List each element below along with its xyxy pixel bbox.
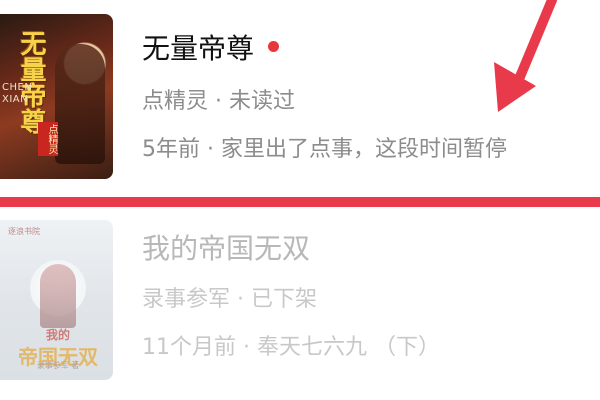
book-title[interactable]: 我的帝国无双 bbox=[142, 232, 310, 266]
arrow-down-left-icon bbox=[494, 0, 557, 112]
cover-english-text: CHEN XIAN bbox=[2, 82, 32, 106]
book-title[interactable]: 无量帝尊 bbox=[142, 32, 280, 66]
book-author-status: 点精灵 · 未读过 bbox=[142, 89, 295, 114]
book-item-wode-diguo-wushuang[interactable]: 逐浪书院 我的 帝国无双 录事参军 著 我的帝国无双 录事参军 · 已下架 11… bbox=[0, 212, 600, 400]
cover-publisher: 逐浪书院 bbox=[8, 227, 40, 236]
cover-character-art bbox=[55, 44, 105, 164]
cover-character-art bbox=[40, 264, 76, 328]
book-cover[interactable]: 无量帝尊 CHEN XIAN 点精灵 bbox=[0, 14, 113, 179]
cover-title-small: 我的 bbox=[45, 328, 70, 342]
annotation-underline bbox=[0, 197, 600, 207]
book-author-status: 录事参军 · 已下架 bbox=[142, 287, 317, 312]
cover-english-line-1: CHEN bbox=[2, 82, 33, 93]
book-latest-chapter: 11个月前 · 奉天七六九 （下） bbox=[142, 335, 440, 360]
book-cover[interactable]: 逐浪书院 我的 帝国无双 录事参军 著 bbox=[0, 220, 113, 380]
bookshelf-screen: 无量帝尊 CHEN XIAN 点精灵 无量帝尊 点精灵 · 未读过 5年前 · … bbox=[0, 0, 600, 400]
cover-author-text: 录事参军 著 bbox=[36, 361, 80, 370]
book-latest-chapter: 5年前 · 家里出了点事，这段时间暂停 bbox=[142, 137, 507, 162]
book-title-text: 无量帝尊 bbox=[142, 32, 255, 65]
unread-dot-icon bbox=[268, 40, 280, 52]
cover-author-tag: 点精灵 bbox=[38, 122, 58, 156]
cover-english-line-2: XIAN bbox=[2, 94, 29, 105]
